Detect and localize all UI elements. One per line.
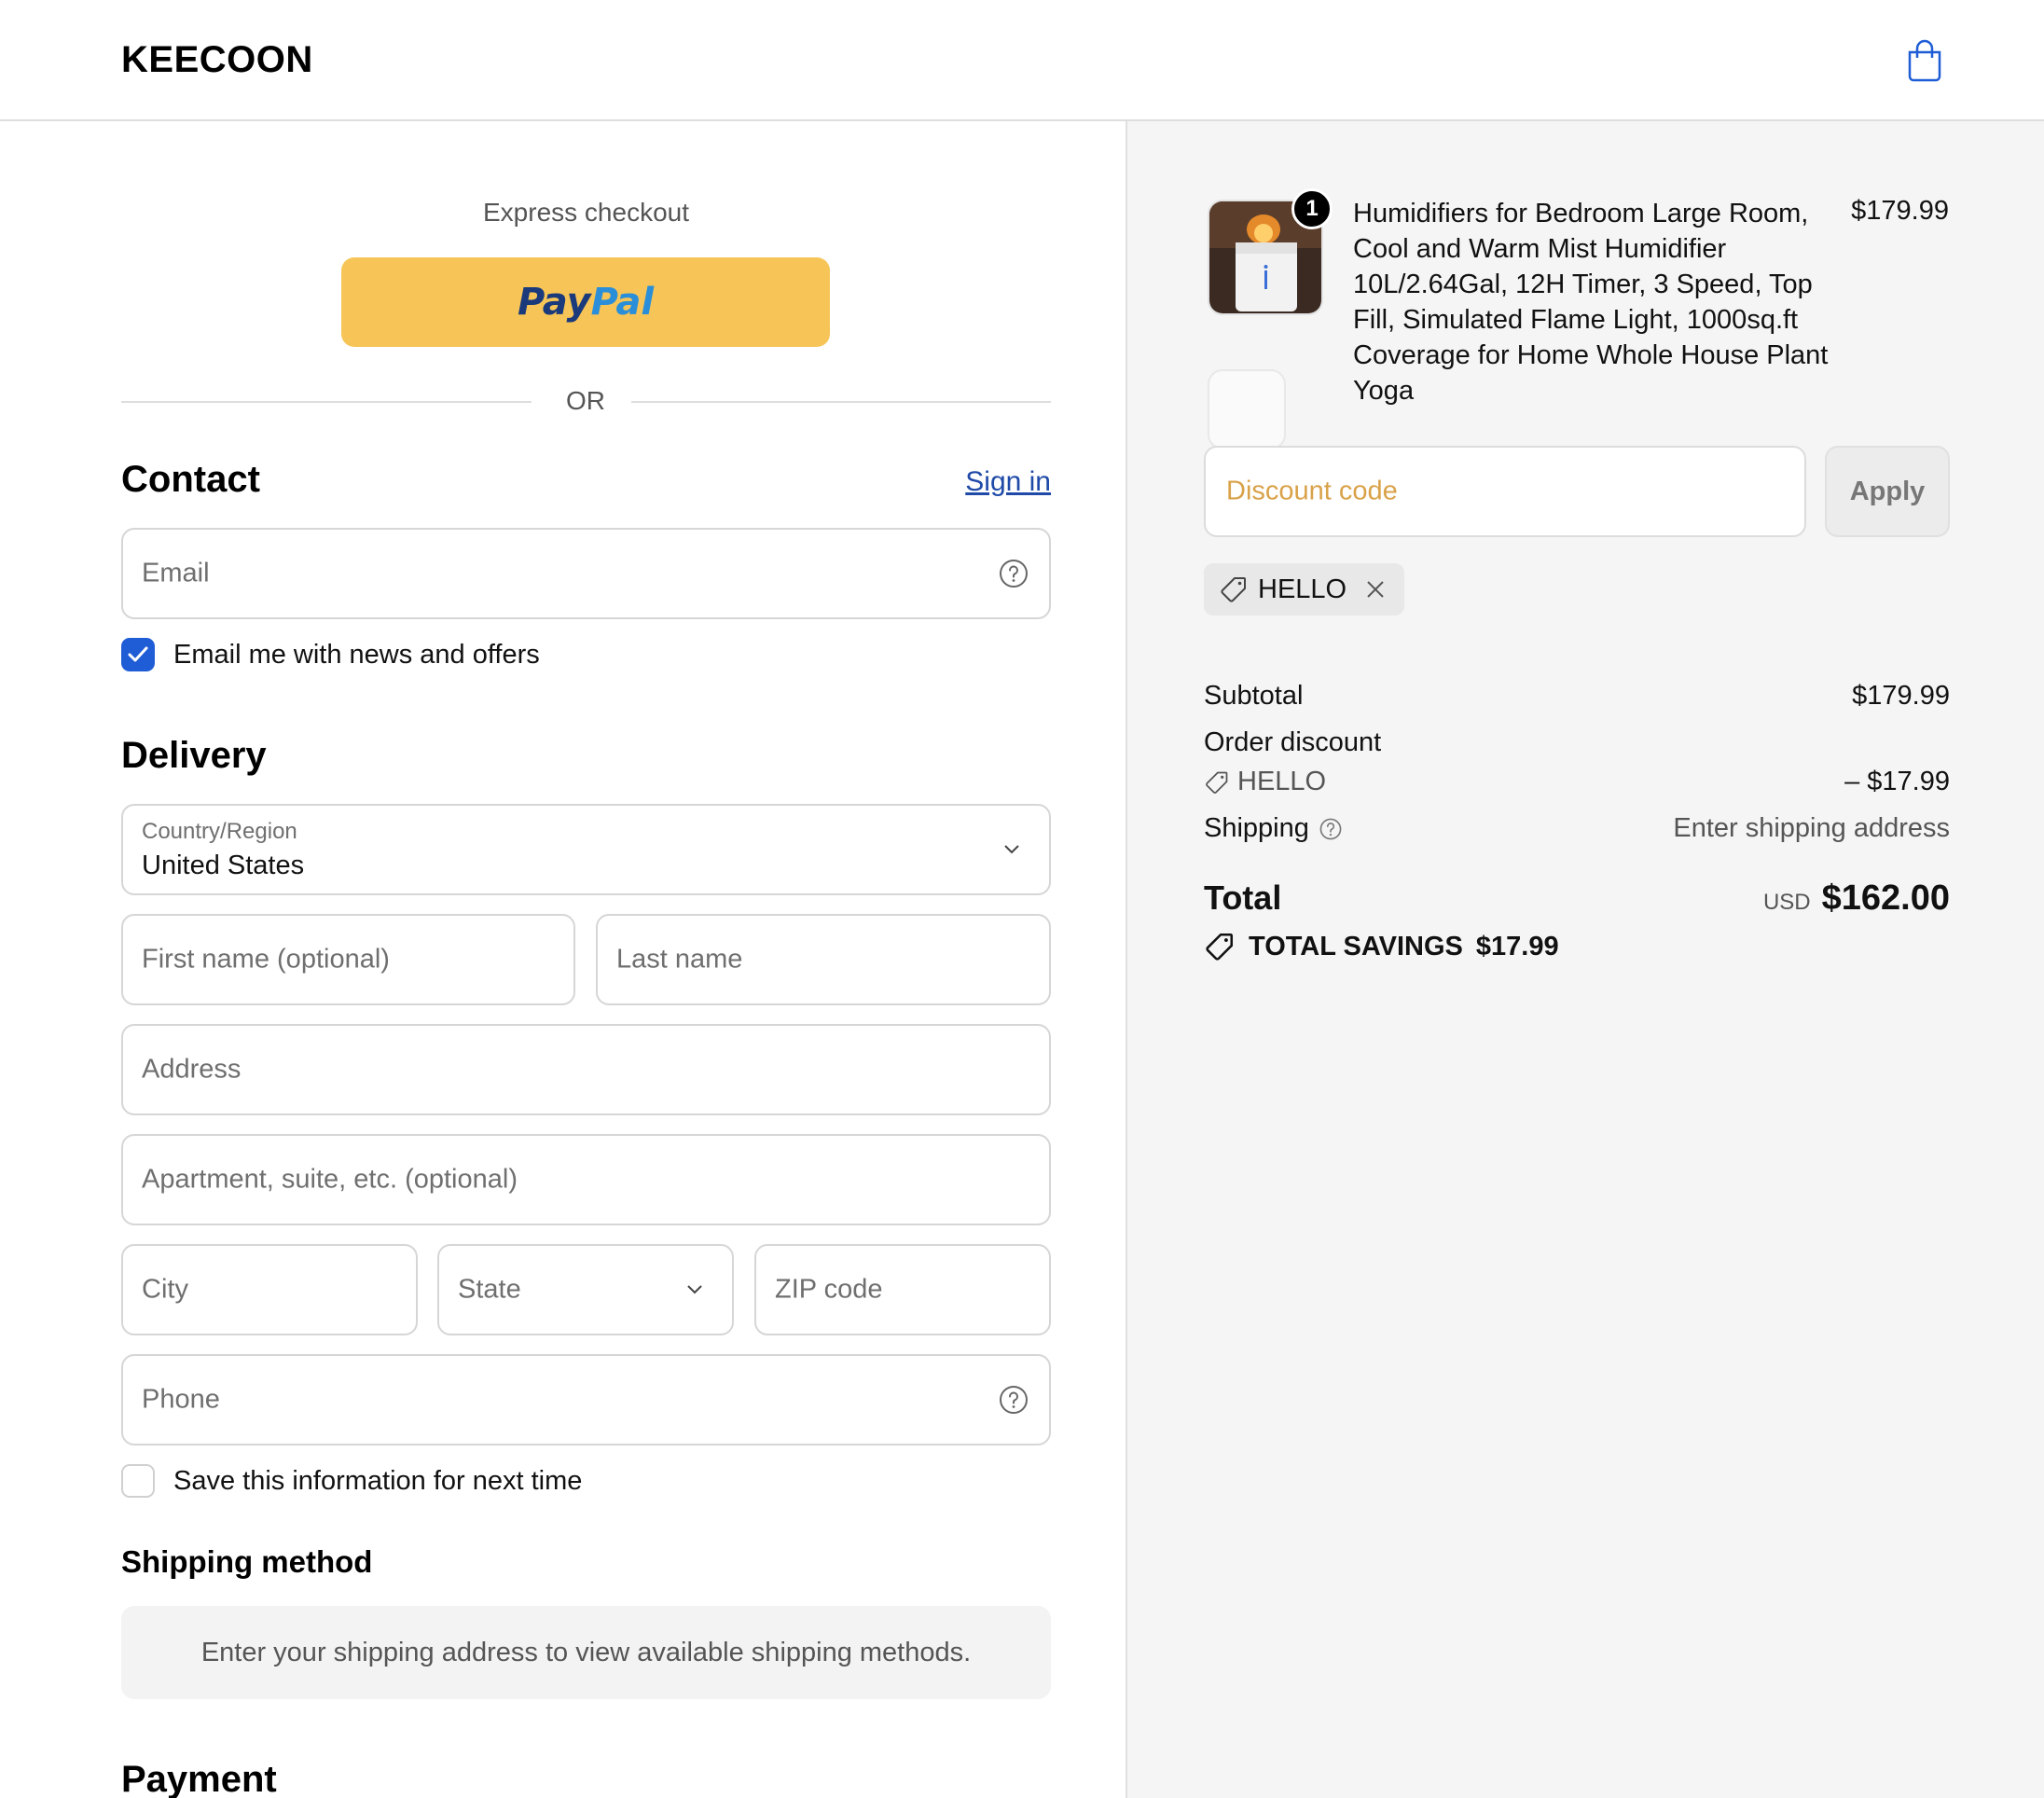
first-name-field[interactable]: First name (optional) [121,914,575,1005]
tag-icon [1221,577,1246,602]
quantity-badge: 1 [1291,188,1333,229]
applied-discount-code: HELLO [1258,574,1347,604]
product-title: Humidifiers for Bedroom Large Room, Cool… [1353,199,1829,406]
order-summary: 1 Humidifiers for Bedroom Large Room, Co… [1126,121,2044,1798]
last-name-field[interactable]: Last name [596,914,1051,1005]
shipping-method-heading: Shipping method [121,1544,373,1579]
apartment-placeholder: Apartment, suite, etc. (optional) [142,1164,518,1195]
total-amount-group: USD $162.00 [1763,878,1950,919]
total-row: Total USD $162.00 [1204,878,1950,925]
discount-value: – $17.99 [1844,767,1950,796]
state-placeholder: State [458,1274,521,1305]
subtotal-value: $179.99 [1852,681,1950,711]
email-field[interactable]: Email [121,528,1051,619]
discount-code-row: HELLO – $17.99 [1204,767,1950,797]
close-icon[interactable] [1365,579,1386,600]
help-circle-icon[interactable] [999,1385,1029,1415]
delivery-heading: Delivery [121,735,267,776]
subtotal-label: Subtotal [1204,681,1304,711]
discount-code-name: HELLO [1237,767,1327,796]
news-offers-row[interactable]: Email me with news and offers [121,638,540,671]
subtotal-row: Subtotal $179.99 [1204,681,1950,712]
checkmark-icon [128,646,148,662]
address-placeholder: Address [142,1054,242,1085]
country-region-value: United States [142,851,305,880]
first-name-placeholder: First name (optional) [142,944,390,975]
shipping-method-note: Enter your shipping address to view avai… [121,1606,1051,1699]
apartment-field[interactable]: Apartment, suite, etc. (optional) [121,1134,1051,1225]
paypal-button[interactable]: Pay Pal [341,257,830,347]
header: KEECOON [0,0,2044,121]
total-savings-row: TOTAL SAVINGS $17.99 [1204,931,1950,962]
paypal-logo-pal: Pal [590,281,655,324]
order-discount-label: Order discount [1204,727,1382,757]
shopping-bag-icon[interactable] [1906,37,1943,82]
chevron-down-icon [1004,845,1019,854]
currency-code: USD [1762,890,1811,915]
last-name-placeholder: Last name [616,944,743,975]
help-circle-icon[interactable] [999,559,1029,588]
news-offers-checkbox[interactable] [121,638,155,671]
divider-right [631,401,1051,403]
save-info-label: Save this information for next time [173,1465,583,1496]
email-placeholder: Email [142,558,210,588]
chevron-down-icon [687,1285,702,1294]
country-region-select[interactable]: Country/Region United States [121,804,1051,895]
shipping-label: Shipping [1204,813,1309,843]
express-checkout-label: Express checkout [483,198,689,227]
help-circle-icon[interactable] [1319,817,1343,841]
country-region-label: Country/Region [142,819,297,844]
zip-code-placeholder: ZIP code [775,1274,883,1305]
phone-placeholder: Phone [142,1384,220,1415]
product-price: $179.99 [1851,196,1949,226]
city-field[interactable]: City [121,1244,418,1335]
address-field[interactable]: Address [121,1024,1051,1115]
contact-heading: Contact [121,459,260,500]
sign-in-link[interactable]: Sign in [965,466,1051,498]
apply-discount-button[interactable]: Apply [1825,446,1950,537]
paypal-logo-pay: Pay [517,281,591,324]
applied-discount-chip: HELLO [1204,563,1405,615]
state-select[interactable]: State [437,1244,734,1335]
total-amount: $162.00 [1821,878,1950,918]
total-label: Total [1204,878,1282,917]
product-thumbnail-placeholder [1208,369,1286,450]
total-savings-value: $17.99 [1475,931,1559,961]
save-info-row[interactable]: Save this information for next time [121,1464,582,1498]
phone-field[interactable]: Phone [121,1354,1051,1445]
zip-code-field[interactable]: ZIP code [754,1244,1051,1335]
news-offers-label: Email me with news and offers [173,639,540,670]
checkout-form: Express checkout Pay Pal OR Contact Sign … [0,121,1126,1798]
payment-heading: Payment [121,1759,277,1798]
tag-icon [1206,933,1234,961]
shipping-row: Shipping Enter shipping address [1204,813,1950,844]
save-info-checkbox[interactable] [121,1464,155,1498]
order-discount-row: Order discount [1204,727,1950,758]
or-divider-text: OR [566,386,605,415]
tag-icon [1206,771,1228,794]
brand-logo[interactable]: KEECOON [121,39,313,81]
discount-code-input[interactable]: Discount code [1204,446,1806,537]
shipping-value: Enter shipping address [1673,813,1950,843]
city-placeholder: City [142,1274,188,1305]
total-savings-label: TOTAL SAVINGS [1249,931,1463,961]
discount-code-placeholder: Discount code [1226,476,1398,506]
divider-left [121,401,532,403]
